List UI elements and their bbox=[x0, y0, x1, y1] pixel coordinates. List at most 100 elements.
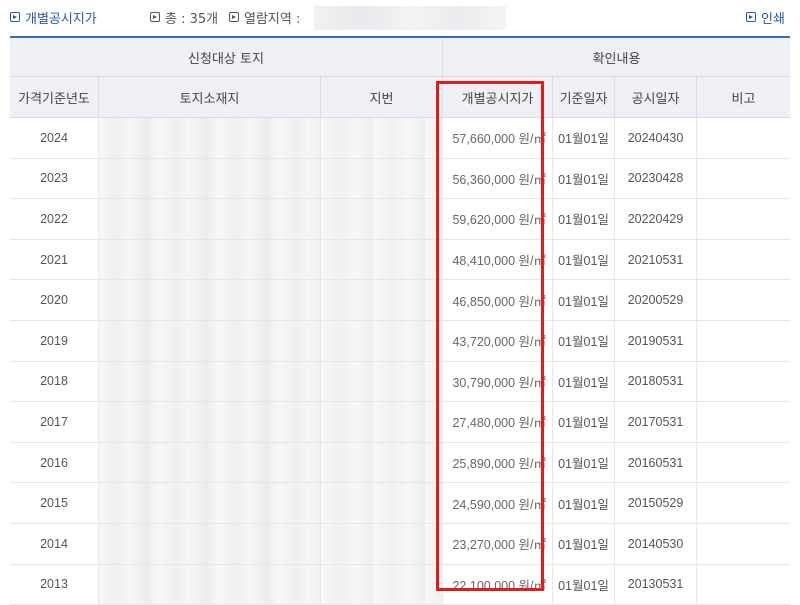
notice-date-cell: 20190531 bbox=[614, 320, 696, 361]
price-cell: 30,790,000 원/㎡ bbox=[442, 361, 552, 402]
notice-date-cell: 20130531 bbox=[614, 564, 696, 605]
year-cell: 2022 bbox=[40, 211, 68, 226]
base-date-cell: 01월01일 bbox=[552, 158, 614, 199]
group-header-land: 신청대상 토지 bbox=[188, 51, 264, 67]
lot-cell-redacted bbox=[320, 361, 442, 402]
lot-cell-redacted bbox=[320, 158, 442, 199]
year-cell: 2021 bbox=[40, 252, 68, 267]
notice-date-cell: 20210531 bbox=[614, 239, 696, 280]
print-label: 인쇄 bbox=[761, 11, 785, 27]
price-cell: 59,620,000 원/㎡ bbox=[442, 199, 552, 239]
table-row: 2023 56,360,000 원/㎡ 01월01일 20230428 bbox=[10, 158, 790, 200]
lot-cell-redacted bbox=[320, 199, 442, 239]
address-cell-redacted bbox=[98, 564, 320, 605]
year-cell: 2015 bbox=[40, 496, 68, 511]
notice-date-cell: 20150529 bbox=[614, 483, 696, 523]
print-button[interactable]: 인쇄 bbox=[746, 7, 785, 27]
col-header-notice-date: 공시일자 bbox=[614, 77, 696, 117]
col-header-year: 가격기준년도 bbox=[18, 91, 90, 107]
table-row: 2015 24,590,000 원/㎡ 01월01일 20150529 bbox=[10, 483, 790, 524]
address-cell-redacted bbox=[98, 118, 320, 158]
price-cell: 56,360,000 원/㎡ bbox=[442, 158, 552, 199]
address-cell-redacted bbox=[98, 239, 320, 280]
base-date-cell: 01월01일 bbox=[552, 280, 614, 320]
lot-cell-redacted bbox=[320, 280, 442, 320]
lot-cell-redacted bbox=[320, 402, 442, 442]
base-date-cell: 01월01일 bbox=[552, 199, 614, 239]
table-row: 2017 27,480,000 원/㎡ 01월01일 20170531 bbox=[10, 402, 790, 443]
remarks-cell bbox=[696, 564, 790, 605]
lot-cell-redacted bbox=[320, 523, 442, 564]
col-header-price: 개별공시지가 bbox=[442, 77, 552, 117]
price-cell: 46,850,000 원/㎡ bbox=[442, 280, 552, 320]
count-item: 총 : 35개 bbox=[150, 7, 218, 27]
lot-cell-redacted bbox=[320, 320, 442, 361]
remarks-cell bbox=[696, 158, 790, 199]
notice-date-cell: 20180531 bbox=[614, 361, 696, 402]
remarks-cell bbox=[696, 320, 790, 361]
price-cell: 23,270,000 원/㎡ bbox=[442, 523, 552, 564]
year-cell: 2024 bbox=[40, 130, 68, 145]
base-date-cell: 01월01일 bbox=[552, 523, 614, 564]
price-cell: 24,590,000 원/㎡ bbox=[442, 483, 552, 523]
remarks-cell bbox=[696, 239, 790, 280]
table-row: 2014 23,270,000 원/㎡ 01월01일 20140530 bbox=[10, 523, 790, 565]
table-row: 2020 46,850,000 원/㎡ 01월01일 20200529 bbox=[10, 280, 790, 321]
arrow-box-icon bbox=[229, 12, 239, 22]
arrow-box-icon bbox=[10, 12, 20, 22]
price-cell: 48,410,000 원/㎡ bbox=[442, 239, 552, 280]
col-header-lot: 지번 bbox=[320, 77, 442, 117]
remarks-cell bbox=[696, 280, 790, 320]
base-date-cell: 01월01일 bbox=[552, 483, 614, 523]
lot-cell-redacted bbox=[320, 442, 442, 483]
year-cell: 2019 bbox=[40, 333, 68, 348]
table-row: 2016 25,890,000 원/㎡ 01월01일 20160531 bbox=[10, 442, 790, 484]
table-row: 2019 43,720,000 원/㎡ 01월01일 20190531 bbox=[10, 320, 790, 362]
address-cell-redacted bbox=[98, 158, 320, 199]
table-row: 2021 48,410,000 원/㎡ 01월01일 20210531 bbox=[10, 239, 790, 281]
col-header-remarks: 비고 bbox=[696, 77, 790, 117]
year-cell: 2023 bbox=[40, 171, 68, 186]
base-date-cell: 01월01일 bbox=[552, 118, 614, 158]
notice-date-cell: 20230428 bbox=[614, 158, 696, 199]
remarks-cell bbox=[696, 199, 790, 239]
year-cell: 2017 bbox=[40, 414, 68, 429]
base-date-cell: 01월01일 bbox=[552, 442, 614, 483]
remarks-cell bbox=[696, 361, 790, 402]
year-cell: 2014 bbox=[40, 536, 68, 551]
notice-date-cell: 20140530 bbox=[614, 523, 696, 564]
remarks-cell bbox=[696, 523, 790, 564]
land-price-table: 신청대상 토지 확인내용 가격기준년도 토지소재지 지번 개별공시지가 기준일자… bbox=[10, 36, 790, 605]
region-item: 열람지역 : bbox=[229, 7, 300, 27]
base-date-cell: 01월01일 bbox=[552, 402, 614, 442]
table-row: 2022 59,620,000 원/㎡ 01월01일 20220429 bbox=[10, 199, 790, 240]
group-header-row: 신청대상 토지 확인내용 bbox=[10, 38, 790, 77]
notice-date-cell: 20220429 bbox=[614, 199, 696, 239]
region-value-redacted bbox=[314, 6, 506, 30]
title-item: 개별공시지가 bbox=[10, 7, 97, 27]
address-cell-redacted bbox=[98, 402, 320, 442]
price-cell: 43,720,000 원/㎡ bbox=[442, 320, 552, 361]
base-date-cell: 01월01일 bbox=[552, 239, 614, 280]
year-cell: 2013 bbox=[40, 577, 68, 592]
table-row: 2018 30,790,000 원/㎡ 01월01일 20180531 bbox=[10, 361, 790, 403]
address-cell-redacted bbox=[98, 483, 320, 523]
remarks-cell bbox=[696, 442, 790, 483]
base-date-cell: 01월01일 bbox=[552, 320, 614, 361]
notice-date-cell: 20160531 bbox=[614, 442, 696, 483]
price-cell: 25,890,000 원/㎡ bbox=[442, 442, 552, 483]
remarks-cell bbox=[696, 402, 790, 442]
address-cell-redacted bbox=[98, 320, 320, 361]
col-header-base-date: 기준일자 bbox=[552, 77, 614, 117]
table-body: 2024 57,660,000 원/㎡ 01월01일 20240430 2023 56,3… bbox=[10, 118, 790, 605]
region-label: 열람지역 : bbox=[244, 11, 301, 27]
notice-date-cell: 20170531 bbox=[614, 402, 696, 442]
price-cell: 22,100,000 원/㎡ bbox=[442, 564, 552, 605]
year-cell: 2016 bbox=[40, 455, 68, 470]
price-cell: 57,660,000 원/㎡ bbox=[442, 118, 552, 158]
total-count: 총 : 35개 bbox=[165, 11, 219, 27]
base-date-cell: 01월01일 bbox=[552, 564, 614, 605]
arrow-box-icon bbox=[746, 12, 756, 22]
notice-date-cell: 20240430 bbox=[614, 118, 696, 158]
price-cell: 27,480,000 원/㎡ bbox=[442, 402, 552, 442]
